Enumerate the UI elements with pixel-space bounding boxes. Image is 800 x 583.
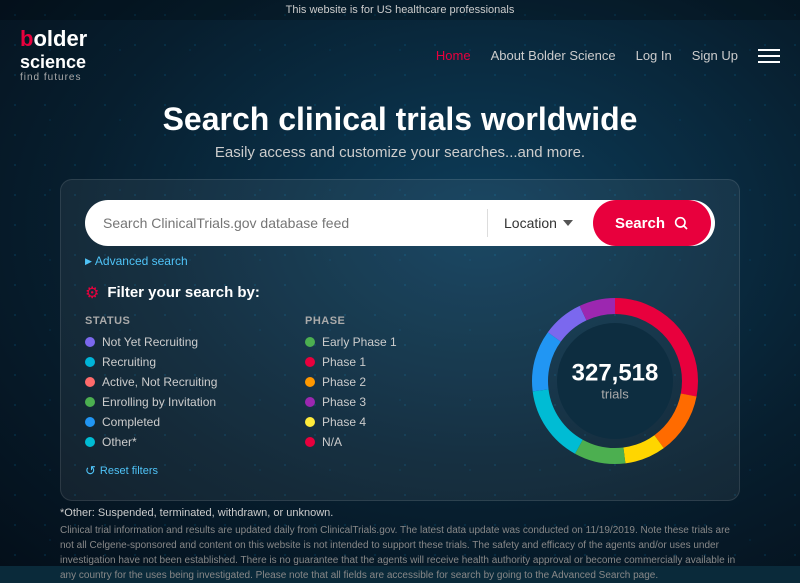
filter-title: Filter your search by: (107, 284, 260, 301)
filter-columns: STATUS Not Yet Recruiting Recruiting Act… (85, 315, 505, 455)
status-label: Other* (102, 435, 137, 449)
phase-filter-item[interactable]: Phase 3 (305, 395, 505, 409)
logo-science: science (20, 52, 86, 72)
phase-filter-item[interactable]: Phase 4 (305, 415, 505, 429)
footnote-other: *Other: Suspended, terminated, withdrawn… (60, 507, 740, 519)
status-title: STATUS (85, 315, 285, 327)
search-button-label: Search (615, 215, 665, 232)
status-dot (85, 437, 95, 447)
hero-subtitle: Easily access and customize your searche… (60, 144, 740, 161)
phase-dot (305, 397, 315, 407)
reset-icon: ↺ (85, 463, 96, 479)
phase-filter-item[interactable]: Early Phase 1 (305, 335, 505, 349)
advanced-search-label: Advanced search (95, 254, 188, 268)
filter-header: ⚙ Filter your search by: (85, 283, 505, 303)
search-button[interactable]: Search (593, 200, 711, 246)
phase-filter-item[interactable]: Phase 1 (305, 355, 505, 369)
chart-total: 327,518 (572, 360, 659, 386)
status-filter-item[interactable]: Not Yet Recruiting (85, 335, 285, 349)
top-bar: This website is for US healthcare profes… (0, 0, 800, 20)
hamburger-menu-icon[interactable] (758, 49, 780, 63)
phase-items: Early Phase 1 Phase 1 Phase 2 Phase 3 Ph… (305, 335, 505, 449)
status-label: Recruiting (102, 355, 156, 369)
status-filter-item[interactable]: Recruiting (85, 355, 285, 369)
search-container: Location Search Advanced search ⚙ Filter… (60, 179, 740, 501)
chart-container: 327,518 trials (515, 283, 715, 480)
nav-login[interactable]: Log In (636, 48, 672, 63)
status-label: Enrolling by Invitation (102, 395, 216, 409)
phase-dot (305, 337, 315, 347)
search-input[interactable] (85, 215, 487, 231)
filter-section: ⚙ Filter your search by: STATUS Not Yet … (85, 283, 715, 480)
navbar: bolder science find futures Home About B… (0, 20, 800, 91)
phase-label: Phase 3 (322, 395, 366, 409)
phase-filter-item[interactable]: N/A (305, 435, 505, 449)
status-label: Completed (102, 415, 160, 429)
top-bar-text: This website is for US healthcare profes… (286, 4, 515, 16)
phase-title: PHASE (305, 315, 505, 327)
donut-center: 327,518 trials (572, 360, 659, 401)
logo-older: older (33, 26, 87, 51)
status-dot (85, 397, 95, 407)
phase-col: PHASE Early Phase 1 Phase 1 Phase 2 Phas… (305, 315, 505, 455)
hero-title: Search clinical trials worldwide (60, 101, 740, 138)
filter-icon: ⚙ (85, 283, 99, 303)
status-dot (85, 357, 95, 367)
search-bar: Location Search (85, 200, 715, 246)
logo-bold: b (20, 26, 33, 51)
footnotes: *Other: Suspended, terminated, withdrawn… (0, 501, 800, 583)
phase-label: Early Phase 1 (322, 335, 397, 349)
phase-label: Phase 1 (322, 355, 366, 369)
phase-dot (305, 377, 315, 387)
filter-left: ⚙ Filter your search by: STATUS Not Yet … (85, 283, 505, 480)
phase-dot (305, 357, 315, 367)
status-label: Not Yet Recruiting (102, 335, 198, 349)
phase-dot (305, 437, 315, 447)
phase-label: Phase 2 (322, 375, 366, 389)
search-icon (673, 215, 689, 231)
phase-dot (305, 417, 315, 427)
location-button[interactable]: Location (488, 215, 589, 231)
status-dot (85, 417, 95, 427)
status-dot (85, 377, 95, 387)
status-filter-item[interactable]: Other* (85, 435, 285, 449)
status-filter-item[interactable]: Active, Not Recruiting (85, 375, 285, 389)
status-col: STATUS Not Yet Recruiting Recruiting Act… (85, 315, 285, 455)
reset-filters-label: Reset filters (100, 465, 158, 477)
logo: bolder science find futures (20, 28, 87, 83)
nav-links: Home About Bolder Science Log In Sign Up (436, 48, 780, 63)
status-label: Active, Not Recruiting (102, 375, 217, 389)
status-dot (85, 337, 95, 347)
reset-filters-button[interactable]: ↺ Reset filters (85, 463, 158, 479)
main-content: Search clinical trials worldwide Easily … (0, 91, 800, 501)
location-label: Location (504, 215, 557, 231)
phase-label: N/A (322, 435, 342, 449)
phase-label: Phase 4 (322, 415, 366, 429)
logo-brand: bolder science (20, 28, 87, 72)
footnote-main: Clinical trial information and results a… (60, 523, 740, 583)
status-filter-item[interactable]: Enrolling by Invitation (85, 395, 285, 409)
nav-home[interactable]: Home (436, 48, 471, 63)
phase-filter-item[interactable]: Phase 2 (305, 375, 505, 389)
nav-about[interactable]: About Bolder Science (491, 48, 616, 63)
chart-label: trials (572, 387, 659, 402)
logo-tagline: find futures (20, 72, 81, 83)
chevron-down-icon (563, 220, 573, 226)
status-items: Not Yet Recruiting Recruiting Active, No… (85, 335, 285, 449)
status-filter-item[interactable]: Completed (85, 415, 285, 429)
advanced-search-link[interactable]: Advanced search (85, 254, 188, 268)
nav-signup[interactable]: Sign Up (692, 48, 738, 63)
